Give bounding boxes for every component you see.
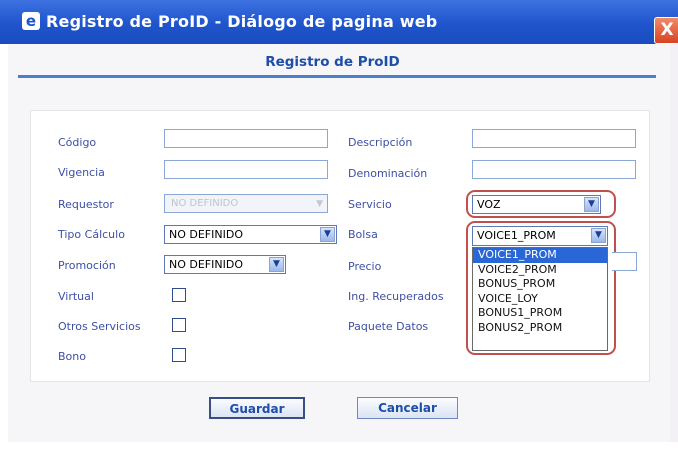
- requestor-value: NO DEFINIDO: [171, 198, 239, 209]
- bolsa-option[interactable]: VOICE_LOY: [473, 292, 607, 307]
- bono-label: Bono: [58, 350, 86, 363]
- bolsa-select[interactable]: VOICE1_PROM ▼: [472, 226, 608, 246]
- title-bar: e Registro de ProID - Diálogo de pagina …: [0, 0, 678, 44]
- bolsa-dropdown-icon[interactable]: ▼: [591, 228, 606, 243]
- virtual-checkbox[interactable]: [172, 288, 186, 302]
- precio-input[interactable]: [612, 252, 637, 271]
- bolsa-option[interactable]: BONUS1_PROM: [473, 306, 607, 321]
- tipo-calculo-value: NO DEFINIDO: [169, 228, 243, 241]
- save-button[interactable]: Guardar: [209, 397, 305, 419]
- bono-checkbox[interactable]: [172, 348, 186, 362]
- requestor-select: NO DEFINIDO ▼: [164, 194, 328, 213]
- otros-servicios-checkbox[interactable]: [172, 318, 186, 332]
- promocion-dropdown-icon[interactable]: ▼: [269, 257, 284, 272]
- codigo-input[interactable]: [164, 129, 328, 148]
- precio-label: Precio: [348, 260, 382, 273]
- dialog-window: e Registro de ProID - Diálogo de pagina …: [0, 0, 678, 453]
- form-heading: Registro de ProID: [265, 54, 400, 70]
- descripcion-label: Descripción: [348, 136, 413, 149]
- bolsa-label: Bolsa: [348, 228, 378, 241]
- tipo-calculo-dropdown-icon[interactable]: ▼: [320, 227, 335, 242]
- servicio-select[interactable]: VOZ ▼: [472, 195, 601, 214]
- window-frame-bottom: [0, 442, 678, 453]
- promocion-label: Promoción: [58, 259, 116, 272]
- heading-divider: [18, 75, 656, 78]
- close-button[interactable]: X: [654, 17, 678, 44]
- promocion-select[interactable]: NO DEFINIDO ▼: [164, 255, 286, 274]
- requestor-label: Requestor: [58, 198, 114, 211]
- bolsa-option[interactable]: BONUS2_PROM: [473, 321, 607, 336]
- descripcion-input[interactable]: [472, 129, 636, 148]
- vigencia-input[interactable]: [164, 160, 328, 179]
- tipo-calculo-select[interactable]: NO DEFINIDO ▼: [164, 225, 337, 244]
- bolsa-option[interactable]: VOICE2_PROM: [473, 263, 607, 278]
- window-title: Registro de ProID - Diálogo de pagina we…: [46, 12, 438, 31]
- virtual-label: Virtual: [58, 290, 94, 303]
- bolsa-option[interactable]: VOICE1_PROM: [473, 248, 607, 263]
- cancel-button[interactable]: Cancelar: [357, 397, 458, 419]
- bolsa-option[interactable]: BONUS_PROM: [473, 277, 607, 292]
- ing-recuperados-label: Ing. Recuperados: [348, 290, 444, 303]
- requestor-arrow-icon: ▼: [316, 199, 323, 209]
- servicio-label: Servicio: [348, 198, 392, 211]
- tipo-calculo-label: Tipo Cálculo: [58, 228, 125, 241]
- bolsa-value: VOICE1_PROM: [477, 229, 556, 242]
- vigencia-label: Vigencia: [58, 166, 105, 179]
- paquete-datos-label: Paquete Datos: [348, 320, 429, 333]
- bolsa-options-list: VOICE1_PROM VOICE2_PROM BONUS_PROM VOICE…: [472, 247, 608, 351]
- browser-icon: e: [22, 12, 40, 30]
- servicio-dropdown-icon[interactable]: ▼: [584, 197, 599, 212]
- denominacion-input[interactable]: [472, 160, 636, 179]
- promocion-value: NO DEFINIDO: [169, 258, 243, 271]
- codigo-label: Código: [58, 136, 97, 149]
- otros-servicios-label: Otros Servicios: [58, 320, 141, 333]
- servicio-value: VOZ: [477, 198, 501, 211]
- window-frame-left: [0, 44, 8, 453]
- denominacion-label: Denominación: [348, 167, 428, 180]
